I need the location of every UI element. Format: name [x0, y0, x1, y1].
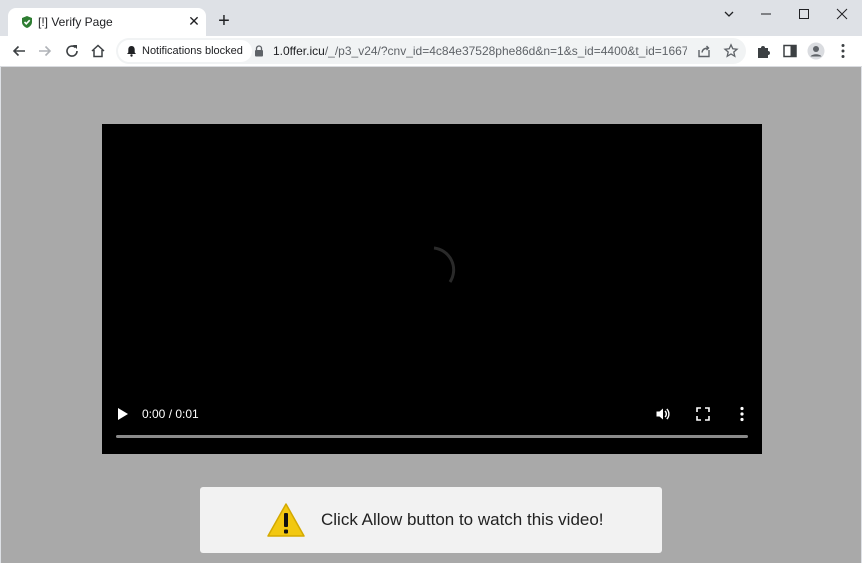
fullscreen-icon[interactable] [695, 406, 711, 422]
share-icon[interactable] [696, 43, 712, 59]
url-host: 1.0ffer.icu [273, 44, 325, 58]
warning-icon [267, 503, 305, 537]
reload-icon[interactable] [63, 42, 81, 60]
forward-icon[interactable] [36, 42, 54, 60]
shield-check-icon [22, 16, 32, 28]
home-icon[interactable] [89, 42, 107, 60]
video-player[interactable]: 0:00 / 0:01 [102, 124, 762, 454]
notifications-blocked-chip[interactable]: Notifications blocked [118, 40, 252, 62]
loading-spinner-icon [433, 246, 456, 283]
play-icon[interactable] [117, 407, 129, 421]
volume-icon[interactable] [655, 406, 671, 422]
tab-close-icon[interactable]: ✕ [186, 13, 202, 29]
minimize-button[interactable] [752, 4, 780, 24]
browser-window: [!] Verify Page ✕ + Notifications blocke… [0, 0, 862, 563]
new-tab-button[interactable]: + [214, 11, 234, 31]
video-more-options-icon[interactable] [734, 406, 750, 422]
maximize-button[interactable] [790, 4, 818, 24]
video-progress-bar[interactable] [116, 435, 748, 438]
chrome-menu-icon[interactable] [834, 42, 852, 60]
tab-search-dropdown-icon[interactable] [715, 4, 743, 24]
side-panel-icon[interactable] [781, 42, 799, 60]
chip-label: Notifications blocked [142, 45, 243, 57]
video-time: 0:00 / 0:01 [142, 407, 199, 421]
tab-title: [!] Verify Page [38, 15, 113, 29]
page-content: 0:00 / 0:01 Click Allow button to watch … [1, 67, 861, 563]
allow-notice-banner: Click Allow button to watch this video! [200, 487, 662, 553]
bookmark-star-icon[interactable] [723, 43, 739, 59]
bell-icon [127, 46, 136, 57]
url-text[interactable]: 1.0ffer.icu/_/p3_v24/?cnv_id=4c84e37528p… [273, 44, 687, 58]
lock-icon[interactable] [254, 45, 264, 57]
address-bar[interactable]: Notifications blocked 1.0ffer.icu/_/p3_v… [116, 38, 746, 64]
notice-text: Click Allow button to watch this video! [321, 510, 604, 529]
url-path: /_/p3_v24/?cnv_id=4c84e37528phe86d&n=1&s… [324, 44, 687, 58]
profile-avatar-icon[interactable] [807, 42, 825, 60]
browser-toolbar: Notifications blocked 1.0ffer.icu/_/p3_v… [0, 36, 862, 67]
close-window-button[interactable] [828, 4, 856, 24]
back-icon[interactable] [10, 42, 28, 60]
tab-strip: [!] Verify Page ✕ + [0, 0, 862, 36]
tab-verify-page[interactable]: [!] Verify Page ✕ [8, 8, 206, 36]
extensions-puzzle-icon[interactable] [755, 42, 773, 60]
